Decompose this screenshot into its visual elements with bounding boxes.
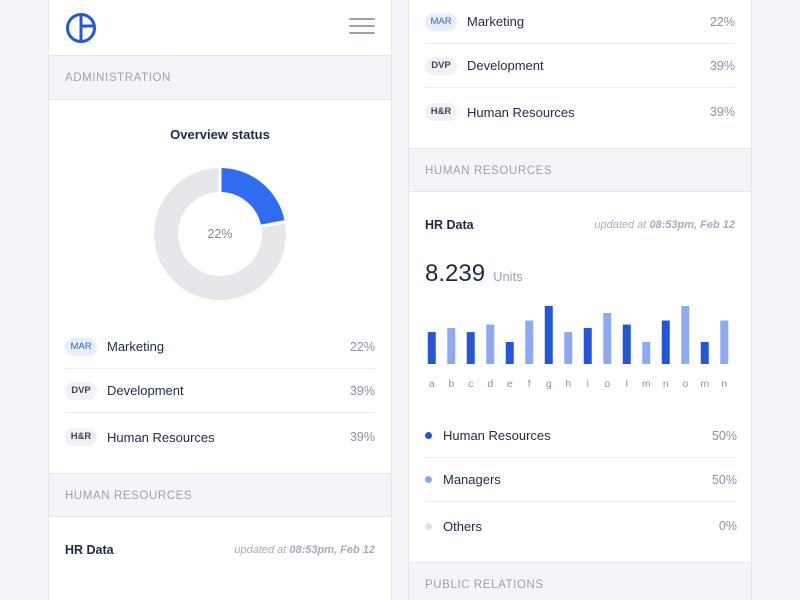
department-label: Marketing	[107, 339, 165, 354]
legend-item-managers[interactable]: Managers 50%	[425, 458, 737, 502]
right-panel: MAR Marketing 22% DVP Development 39% H&…	[408, 0, 752, 600]
bar-h	[564, 332, 573, 364]
department-label: Marketing	[467, 14, 525, 29]
department-label: Human Resources	[107, 429, 215, 445]
x-tick-label: e	[506, 378, 513, 390]
hr-data-header: HR Data updated at 08:53pm, Feb 12	[49, 543, 391, 557]
hr-data-title: HR Data	[65, 543, 114, 557]
bar-g	[544, 306, 553, 364]
legend-item-others[interactable]: Others 0%	[425, 502, 737, 550]
updated-value: 08:53pm, Feb 12	[649, 219, 735, 231]
list-item-development[interactable]: DVP Development 39%	[65, 369, 375, 413]
department-label: Human Resources	[467, 104, 575, 120]
legend-dot-icon	[425, 522, 432, 530]
bar-l	[622, 324, 631, 364]
hr-data-header: HR Data updated at 08:53pm, Feb 12	[409, 218, 751, 232]
list-item-marketing[interactable]: MAR Marketing 22%	[425, 0, 735, 44]
x-tick-label: c	[468, 378, 474, 390]
department-value: 39%	[709, 58, 735, 73]
department-tag: MAR	[425, 12, 457, 31]
bar-m	[700, 341, 709, 364]
bar-o	[603, 312, 612, 364]
department-value: 39%	[349, 383, 375, 398]
legend-label: Human Resources	[443, 428, 551, 443]
updated-prefix: updated at	[234, 544, 287, 556]
hr-data-title: HR Data	[425, 218, 474, 232]
hr-legend: Human Resources 50% Managers 50% Others …	[425, 414, 737, 550]
list-item-human-resources[interactable]: H&R Human Resources 39%	[425, 88, 735, 136]
legend-label: Managers	[443, 472, 501, 487]
x-tick-label: n	[662, 378, 669, 390]
x-tick-label: o	[604, 378, 611, 390]
x-tick-label: i	[586, 378, 589, 390]
x-tick-label: a	[428, 378, 435, 390]
updated-timestamp: updated at 08:53pm, Feb 12	[594, 219, 735, 231]
legend-value: 50%	[711, 428, 737, 443]
hamburger-menu-icon[interactable]	[349, 18, 375, 38]
bar-e	[505, 341, 514, 364]
list-item-development[interactable]: DVP Development 39%	[425, 44, 735, 88]
x-tick-label: d	[487, 378, 494, 390]
legend-item-human-resources[interactable]: Human Resources 50%	[425, 414, 737, 458]
units-label: Units	[493, 269, 523, 284]
legend-value: 50%	[711, 472, 737, 487]
units-summary: 8.239 Units	[409, 260, 751, 288]
bar-o	[681, 306, 690, 364]
overview-donut-chart: 22%	[150, 164, 290, 304]
department-value: 39%	[349, 430, 375, 444]
department-list: MAR Marketing 22% DVP Development 39% H&…	[409, 0, 751, 136]
legend-value: 0%	[718, 519, 737, 533]
legend-dot-icon	[425, 432, 432, 439]
section-header-administration: ADMINISTRATION	[49, 56, 391, 100]
department-label: Development	[467, 58, 544, 73]
bar-d	[486, 324, 495, 364]
department-label: Development	[107, 383, 184, 398]
section-header-public-relations: PUBLIC RELATIONS	[409, 562, 751, 600]
bar-m	[642, 341, 651, 364]
legend-dot-icon	[425, 476, 432, 483]
top-bar	[49, 0, 391, 56]
bar-n	[661, 320, 670, 364]
bar-c	[466, 332, 475, 364]
list-item-human-resources[interactable]: H&R Human Resources 39%	[65, 413, 375, 461]
donut-center-label: 22%	[207, 227, 233, 241]
bar-f	[525, 320, 534, 364]
x-tick-label: f	[527, 378, 531, 390]
bar-n	[720, 320, 729, 364]
section-header-human-resources: HUMAN RESOURCES	[49, 473, 391, 517]
updated-value: 08:53pm, Feb 12	[289, 544, 375, 556]
section-header-human-resources: HUMAN RESOURCES	[409, 148, 751, 192]
department-tag: H&R	[65, 428, 97, 446]
bar-i	[583, 328, 592, 364]
units-value: 8.239	[425, 260, 486, 287]
x-tick-label: h	[565, 378, 572, 390]
department-value: 22%	[709, 14, 735, 29]
bar-a	[427, 332, 436, 364]
department-tag: DVP	[65, 381, 97, 400]
department-value: 39%	[709, 105, 735, 119]
x-tick-label: m	[641, 378, 651, 390]
x-tick-label: l	[625, 378, 628, 390]
department-list: MAR Marketing 22% DVP Development 39% H&…	[49, 325, 391, 461]
logo-icon[interactable]	[65, 12, 97, 44]
x-tick-label: m	[700, 378, 710, 390]
x-tick-label: n	[721, 378, 728, 390]
updated-timestamp: updated at 08:53pm, Feb 12	[234, 544, 375, 556]
department-tag: DVP	[425, 56, 457, 75]
x-tick-label: o	[682, 378, 689, 390]
department-value: 22%	[349, 339, 375, 354]
x-tick-label: b	[448, 378, 455, 390]
department-tag: MAR	[65, 337, 97, 356]
left-panel: ADMINISTRATION Overview status 22% MAR M…	[48, 0, 392, 600]
department-tag: H&R	[425, 103, 457, 121]
legend-label: Others	[443, 518, 483, 534]
updated-prefix: updated at	[594, 219, 647, 231]
bar-chart-x-labels: abcdefghiolmnomn	[425, 378, 737, 392]
overview-title: Overview status	[170, 127, 270, 142]
x-tick-label: g	[545, 378, 552, 390]
hr-bar-chart	[427, 306, 729, 364]
list-item-marketing[interactable]: MAR Marketing 22%	[65, 325, 375, 369]
bar-b	[447, 328, 456, 364]
